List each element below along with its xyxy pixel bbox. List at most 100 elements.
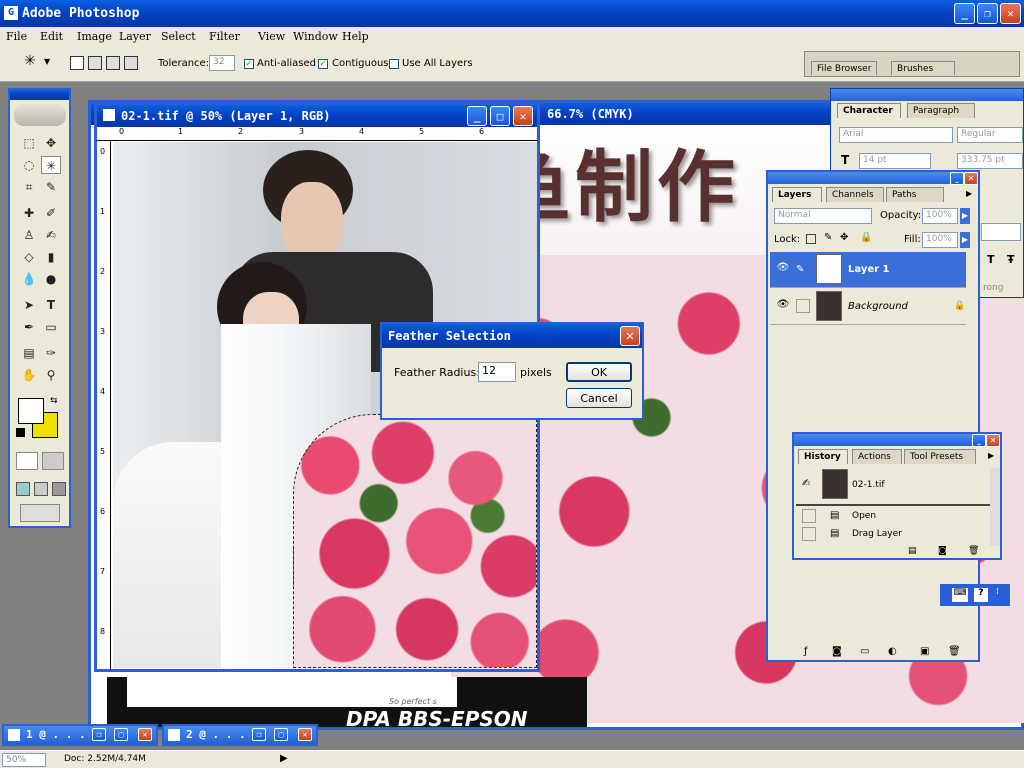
marquee-tool-icon[interactable]: ⬚ (19, 134, 39, 152)
minimized-doc-1[interactable]: 1 @ . . . ❐ □ ✕ (2, 724, 158, 746)
new-layer-icon[interactable]: ▣ (920, 646, 929, 657)
zoom-tool-icon[interactable]: ⚲ (41, 366, 61, 384)
quick-mask-icon[interactable] (42, 452, 64, 470)
photoshop-logo-icon[interactable] (14, 104, 66, 126)
blend-mode-select[interactable]: Normal (774, 208, 872, 224)
faux-italic-icon[interactable]: Ŧ (1007, 253, 1015, 266)
minimized-restore-button[interactable]: ❐ (92, 728, 106, 741)
new-selection-icon[interactable] (70, 56, 84, 70)
eraser-tool-icon[interactable]: ◇ (19, 248, 39, 266)
brush-tool-icon[interactable]: ✐ (41, 204, 61, 222)
minimized-doc-2[interactable]: 2 @ . . . ❐ □ ✕ (162, 724, 318, 746)
path-selection-icon[interactable]: ➤ (19, 296, 39, 314)
opacity-arrow-icon[interactable]: ▶ (960, 208, 970, 224)
restore-button[interactable]: ❐ (977, 3, 998, 24)
status-menu-icon[interactable]: ▶ (280, 753, 288, 764)
magic-wand-icon[interactable]: ✳ (18, 53, 42, 73)
history-brush-source-icon[interactable]: ✍ (802, 478, 810, 489)
layer-row[interactable]: 👁 Background 🔒 (770, 289, 966, 325)
hand-tool-icon[interactable]: ✋ (19, 366, 39, 384)
new-set-icon[interactable]: ▭ (860, 646, 869, 657)
slice-tool-icon[interactable]: ✎ (41, 178, 61, 196)
add-selection-icon[interactable] (88, 56, 102, 70)
standard-mode-icon[interactable] (16, 452, 38, 470)
history-scrollbar[interactable] (990, 468, 1000, 546)
minimized-restore-button[interactable]: ❐ (252, 728, 266, 741)
history-brush-icon[interactable]: ✍ (41, 226, 61, 244)
blur-tool-icon[interactable]: 💧 (19, 270, 39, 288)
adjustment-layer-icon[interactable]: ◐ (888, 646, 897, 657)
menu-edit[interactable]: Edit (40, 30, 63, 43)
magic-wand-tool-icon[interactable]: ✳ (41, 156, 61, 174)
foreground-color-swatch[interactable] (18, 398, 44, 424)
eye-icon[interactable]: 👁 (774, 299, 792, 315)
options-icon[interactable]: ⁞ (996, 587, 999, 597)
tab-brushes[interactable]: Brushes (891, 61, 955, 75)
text-color-input[interactable] (981, 223, 1021, 241)
help-icon[interactable]: ? (974, 588, 988, 602)
minimized-close-button[interactable]: ✕ (298, 728, 312, 741)
menu-image[interactable]: Image (77, 30, 112, 43)
contiguous-checkbox[interactable]: ✓ (318, 59, 328, 69)
ok-button[interactable]: OK (566, 362, 632, 382)
font-size-input[interactable]: 14 pt (859, 153, 931, 169)
keyboard-icon[interactable]: ⌨ (952, 588, 968, 602)
leading-input[interactable]: 333.75 pt (957, 153, 1023, 169)
brush-link-icon[interactable]: ✎ (796, 264, 804, 275)
tab-tool-presets[interactable]: Tool Presets (904, 449, 976, 464)
menu-help[interactable]: Help (342, 30, 369, 43)
layers-menu-icon[interactable]: ▶ (966, 189, 972, 198)
fill-input[interactable]: 100% (922, 232, 958, 248)
eye-icon[interactable]: 👁 (774, 262, 792, 278)
lock-paint-icon[interactable]: ✎ (824, 232, 832, 243)
gradient-tool-icon[interactable]: ▮ (41, 248, 61, 266)
layer-mask-icon[interactable]: ◙ (832, 646, 842, 657)
menu-select[interactable]: Select (161, 30, 196, 43)
dialog-close-button[interactable]: ✕ (620, 326, 640, 346)
dodge-tool-icon[interactable]: ● (41, 270, 61, 288)
minimized-close-button[interactable]: ✕ (138, 728, 152, 741)
doc-minimize-button[interactable]: _ (467, 106, 487, 126)
tab-paths[interactable]: Paths (886, 187, 944, 202)
pen-tool-icon[interactable]: ✒ (19, 318, 39, 336)
delete-state-icon[interactable]: 🗑 (968, 546, 979, 556)
screen-mode-1-icon[interactable] (16, 482, 30, 496)
fill-arrow-icon[interactable]: ▶ (960, 232, 970, 248)
doc-close-button[interactable]: ✕ (513, 106, 533, 126)
history-menu-icon[interactable]: ▶ (988, 451, 994, 460)
history-item[interactable]: ▤ Open (796, 504, 992, 524)
font-style-select[interactable]: Regular (957, 127, 1023, 143)
lasso-tool-icon[interactable]: ◌ (19, 156, 39, 174)
new-snapshot-icon[interactable]: ◙ (938, 546, 947, 556)
intersect-selection-icon[interactable] (124, 56, 138, 70)
lock-all-icon[interactable]: 🔒 (860, 232, 872, 243)
tab-channels[interactable]: Channels (826, 187, 884, 202)
screen-mode-3-icon[interactable] (52, 482, 66, 496)
anti-aliased-checkbox[interactable]: ✓ (244, 59, 254, 69)
menu-window[interactable]: Window (293, 30, 338, 43)
minimized-maximize-button[interactable]: □ (114, 728, 128, 741)
layers-close-button[interactable]: ✕ (964, 172, 978, 185)
default-colors-icon[interactable] (16, 428, 25, 437)
imageready-jump-icon[interactable] (20, 504, 60, 522)
zoom-field[interactable]: 50% (2, 753, 46, 767)
swap-colors-icon[interactable]: ⇆ (50, 396, 58, 406)
cancel-button[interactable]: Cancel (566, 388, 632, 408)
notes-tool-icon[interactable]: ▤ (19, 344, 39, 362)
link-box-icon[interactable] (796, 299, 810, 313)
crop-tool-icon[interactable]: ⌗ (19, 178, 39, 196)
layer-row[interactable]: 👁 ✎ Layer 1 (770, 252, 966, 288)
doc-maximize-button[interactable]: □ (490, 106, 510, 126)
menu-view[interactable]: View (258, 30, 285, 43)
font-family-select[interactable]: Arial (839, 127, 953, 143)
tolerance-input[interactable]: 32 (209, 55, 235, 71)
lock-move-icon[interactable]: ✥ (840, 232, 848, 243)
healing-brush-icon[interactable]: ✚ (19, 204, 39, 222)
tab-file-browser[interactable]: File Browser (811, 61, 878, 75)
tab-paragraph[interactable]: Paragraph (907, 103, 975, 118)
menu-file[interactable]: File (6, 30, 27, 43)
screen-mode-2-icon[interactable] (34, 482, 48, 496)
tab-layers[interactable]: Layers (772, 187, 822, 202)
menu-layer[interactable]: Layer (119, 30, 151, 43)
type-tool-icon[interactable]: T (41, 296, 61, 314)
